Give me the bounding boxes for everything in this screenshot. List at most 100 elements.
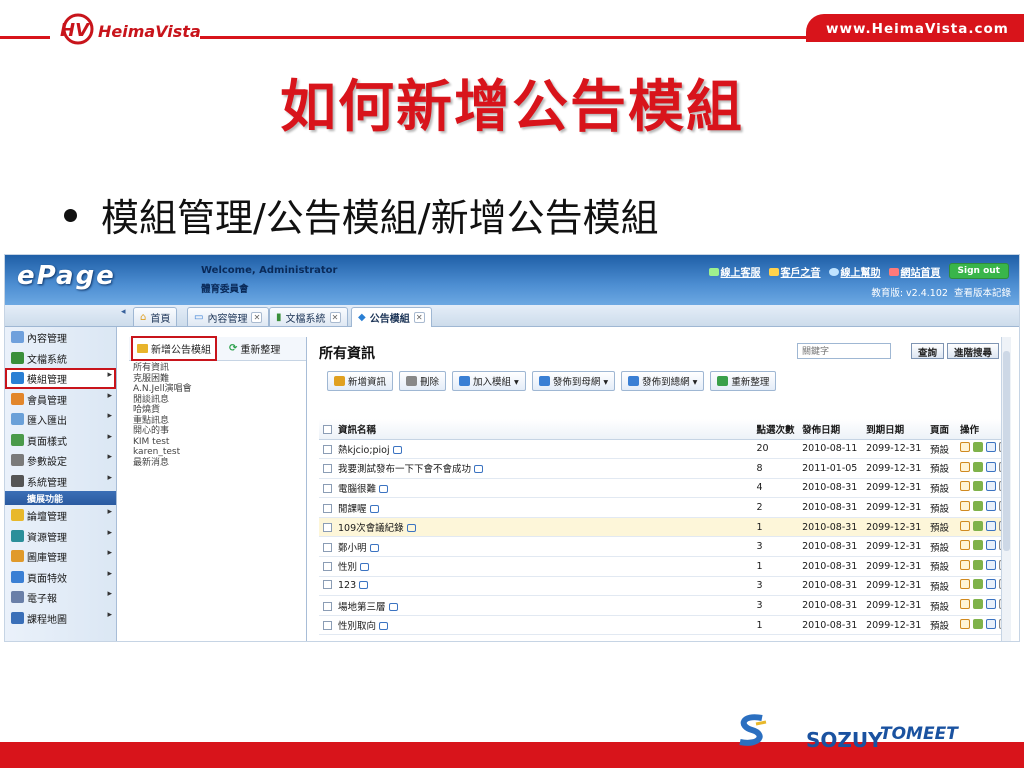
sidebar-item[interactable]: 匯入匯出 ▸ <box>5 409 116 430</box>
sidebar-item[interactable]: 頁面樣式 ▸ <box>5 430 116 451</box>
module-list-item[interactable]: 重點訊息 <box>133 416 306 427</box>
sidebar-item[interactable]: 文檔系統 <box>5 348 116 369</box>
select-all-checkbox[interactable] <box>323 424 332 434</box>
table-row[interactable]: 109次會議紀錄 1 2010-08-31 2099-12-31 預設 <box>319 517 1009 538</box>
preview-icon[interactable] <box>973 520 983 531</box>
action-button[interactable]: 新增資訊 <box>327 371 394 391</box>
link-icon[interactable] <box>369 543 379 552</box>
copy-icon[interactable] <box>986 501 996 512</box>
cell-name[interactable]: 場地第三層 <box>319 595 753 616</box>
table-row[interactable]: 鄭小明 3 2010-08-31 2099-12-31 預設 <box>319 536 1009 558</box>
table-row[interactable]: 電腦很難 4 2010-08-31 2099-12-31 預設 <box>319 478 1009 499</box>
copy-icon[interactable] <box>986 599 996 610</box>
sidebar-item[interactable]: 系統管理 ▸ <box>5 471 116 492</box>
edit-icon[interactable] <box>960 461 970 472</box>
preview-icon[interactable] <box>973 442 983 453</box>
close-icon[interactable]: ✕ <box>251 311 263 323</box>
table-row[interactable]: 性別 1 2010-08-31 2099-12-31 預設 <box>319 556 1009 577</box>
tab-document-system[interactable]: ▮ 文檔系統 ✕ <box>269 307 348 326</box>
info-name[interactable]: 性別 <box>338 562 357 573</box>
top-link-label[interactable]: 線上客服 <box>721 268 761 279</box>
column-header-page[interactable]: 頁面 <box>926 419 956 440</box>
module-list-item[interactable]: 閒談訊息 <box>133 395 306 406</box>
link-icon[interactable] <box>359 581 369 590</box>
info-name[interactable]: 場地第三層 <box>338 602 386 613</box>
info-name[interactable]: 熱kjcio;pioj <box>338 445 390 456</box>
close-icon[interactable]: ✕ <box>329 311 341 323</box>
edit-icon[interactable] <box>960 599 970 610</box>
preview-icon[interactable] <box>973 599 983 610</box>
link-icon[interactable] <box>474 465 484 474</box>
top-link-label[interactable]: 線上幫助 <box>841 268 881 279</box>
preview-icon[interactable] <box>973 579 983 590</box>
sidebar-item[interactable]: 論壇管理 ▸ <box>5 505 116 526</box>
top-link-label[interactable]: 網站首頁 <box>901 268 941 279</box>
sidebar-item[interactable]: 內容管理 <box>5 327 116 348</box>
info-name[interactable]: 109次會議紀錄 <box>338 523 404 534</box>
row-checkbox[interactable] <box>323 523 332 533</box>
row-checkbox[interactable] <box>323 601 332 611</box>
signout-button[interactable]: Sign out <box>948 263 1009 279</box>
row-checkbox[interactable] <box>323 580 332 590</box>
top-link-label[interactable]: 客戶之音 <box>781 268 821 279</box>
link-icon[interactable] <box>360 563 370 572</box>
module-list-item[interactable]: 最新消息 <box>133 458 306 469</box>
cell-name[interactable]: 電腦很難 <box>319 478 753 499</box>
info-name[interactable]: 我要測試發布一下下會不會成功 <box>338 464 471 475</box>
module-list-item[interactable]: 哈燒貨 <box>133 405 306 416</box>
edit-icon[interactable] <box>960 540 970 551</box>
sidebar-item[interactable]: 擴展功能 <box>5 491 116 505</box>
edit-icon[interactable] <box>960 618 970 629</box>
table-row[interactable]: 熱kjcio;pioj 20 2010-08-11 2099-12-31 預設 <box>319 439 1009 460</box>
preview-icon[interactable] <box>973 618 983 629</box>
cell-name[interactable]: 性別取向 <box>319 615 753 636</box>
action-button[interactable]: 加入模組 ▾ <box>452 371 526 391</box>
tab-content-management[interactable]: ▭ 內容管理 ✕ <box>187 307 270 326</box>
sidebar-item[interactable]: 課程地圖 ▸ <box>5 608 116 629</box>
row-checkbox[interactable] <box>323 621 332 631</box>
top-link-help[interactable]: 線上幫助 <box>828 264 881 279</box>
info-name[interactable]: 電腦很難 <box>338 484 376 495</box>
edit-icon[interactable] <box>960 520 970 531</box>
column-header-publish-date[interactable]: 發佈日期 <box>798 419 863 440</box>
top-link-feedback[interactable]: 客戶之音 <box>768 264 821 279</box>
link-icon[interactable] <box>379 622 389 631</box>
sidebar-item[interactable]: 資源管理 ▸ <box>5 526 116 547</box>
module-list-item[interactable]: karen_test <box>133 447 306 458</box>
table-row[interactable]: 場地第三層 3 2010-08-31 2099-12-31 預設 <box>319 595 1009 616</box>
link-icon[interactable] <box>388 602 398 611</box>
row-checkbox[interactable] <box>323 503 332 513</box>
search-input[interactable] <box>797 343 891 359</box>
vertical-scrollbar[interactable] <box>1001 337 1011 641</box>
top-link-homepage[interactable]: 網站首頁 <box>888 264 941 279</box>
table-row[interactable]: 性別取向 1 2010-08-31 2099-12-31 預設 <box>319 615 1009 636</box>
preview-icon[interactable] <box>973 559 983 570</box>
sidebar-item[interactable]: 參數設定 ▸ <box>5 450 116 471</box>
action-button[interactable]: 發佈到總網 ▾ <box>621 371 705 391</box>
link-icon[interactable] <box>406 524 416 533</box>
module-list-item[interactable]: 開心的事 <box>133 426 306 437</box>
copy-icon[interactable] <box>986 442 996 453</box>
cell-name[interactable]: 109次會議紀錄 <box>319 517 753 538</box>
info-name[interactable]: 閒課喔 <box>338 504 367 515</box>
module-list-item[interactable]: 克服困難 <box>133 374 306 385</box>
sidebar-item[interactable]: 模組管理 ▸ <box>5 368 116 389</box>
advanced-search-button[interactable]: 進階搜尋 <box>947 343 1000 359</box>
preview-icon[interactable] <box>973 540 983 551</box>
action-button[interactable]: 重新整理 <box>710 371 777 391</box>
row-checkbox[interactable] <box>323 542 332 552</box>
edit-icon[interactable] <box>960 579 970 590</box>
sidebar-item[interactable]: 電子報 ▸ <box>5 587 116 608</box>
version-history-link[interactable]: 查看版本記錄 <box>954 288 1011 299</box>
query-button[interactable]: 查詢 <box>911 343 945 359</box>
edit-icon[interactable] <box>960 481 970 492</box>
column-header-clicks[interactable]: 點選次數 <box>752 419 799 440</box>
preview-icon[interactable] <box>973 481 983 492</box>
tab-home[interactable]: ⌂ 首頁 <box>133 307 178 326</box>
module-list-item[interactable]: KIM test <box>133 437 306 448</box>
row-checkbox[interactable] <box>323 562 332 572</box>
link-icon[interactable] <box>369 504 379 513</box>
cell-name[interactable]: 鄭小明 <box>319 536 753 558</box>
copy-icon[interactable] <box>986 461 996 472</box>
copy-icon[interactable] <box>986 481 996 492</box>
